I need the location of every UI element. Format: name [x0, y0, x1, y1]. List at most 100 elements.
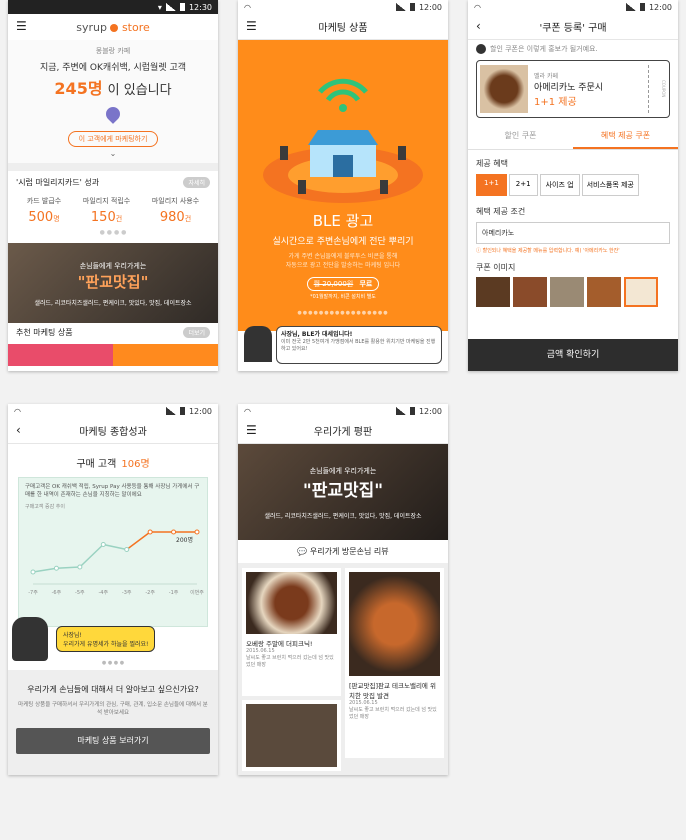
chart-tick-label: -3주	[122, 590, 132, 596]
chart-line-segment	[32, 567, 57, 574]
stat-issued: 카드 발급수 500명	[26, 197, 62, 225]
view-products-button[interactable]: 마케팅 상품 보러가기	[16, 727, 210, 754]
coupon-image	[480, 65, 528, 113]
review-header: 💬 우리가게 방문손님 리뷰	[238, 540, 448, 564]
menu-icon[interactable]: ☰	[246, 19, 257, 33]
chart-tick-label: -6주	[52, 590, 62, 596]
tip-body: 이미 전국 2만 5천여개 가맹점에서 BLE를 활용한 위치기반 마케팅을 진…	[281, 339, 436, 352]
chart-tick-label: 이번주	[190, 589, 204, 596]
recommend-card-2[interactable]	[113, 344, 218, 366]
screen-performance: ◠ 12:00 ‹ 마케팅 종합성과 구매 고객 106명 구매고객은 OK 캐…	[8, 404, 218, 775]
cell-signal-icon	[395, 3, 406, 11]
chart-panel: 구매고객은 OK 캐쉬백 적립, Syrup Pay 사용등을 통해 사장님 가…	[18, 477, 208, 627]
chart-point	[171, 529, 177, 535]
chart-tick-label: -5주	[75, 590, 85, 596]
chip-service[interactable]: 서비스품목 제공	[581, 174, 639, 196]
speech-bubble: 사장님! 우리가게 유명세가 하늘을 찔러요!	[56, 626, 156, 652]
product-desc1: 가게 주변 손님들에게 블루투스 비콘을 통해	[288, 253, 398, 260]
back-arrow-icon[interactable]: ‹	[476, 19, 481, 33]
review-title: [판교맛집]판교 테크노밸리에 위치한 맛집 발견	[349, 682, 436, 700]
screen-home: ▾ 12:30 ☰ syrup store 몽블랑 카페 지금, 주변에 OK캐…	[8, 0, 218, 371]
price-old: 월 20,000원	[313, 280, 354, 288]
recommend-card-1[interactable]	[8, 344, 113, 366]
review-card[interactable]: [판교맛집]판교 테크노밸리에 위치한 맛집 발견 2015.06.15 날씨도…	[345, 568, 444, 758]
screen-reputation: ◠ 12:00 ☰ 우리가게 평판 손님들에게 우리가게는 "판교맛집" 샐러드…	[238, 404, 448, 775]
coupon-preview: 벨라 카페 아메리카노 주문시 1+1 제공 COUPON	[476, 60, 670, 118]
price-pill[interactable]: 월 20,000원 무료	[306, 277, 380, 291]
battery-icon	[409, 407, 415, 415]
chart-line-segment	[56, 566, 80, 570]
home-appbar: ☰ syrup store	[8, 14, 218, 40]
review-card[interactable]	[242, 700, 341, 771]
coupon-thumb-selected[interactable]	[624, 277, 658, 307]
owner-avatar	[12, 617, 48, 661]
tab-discount[interactable]: 할인 쿠폰	[468, 124, 573, 149]
wifi-icon: ◠	[14, 406, 21, 416]
coupon-thumb[interactable]	[513, 277, 547, 307]
menu-icon[interactable]: ☰	[246, 423, 257, 437]
tip-title: 사장님, BLE가 대세입니다!	[281, 331, 353, 338]
status-time: 12:30	[188, 2, 212, 12]
status-bar: ◠ 12:00	[468, 0, 678, 14]
price-new: 무료	[359, 280, 373, 288]
battery-icon	[179, 3, 185, 11]
status-bar: ◠ 12:00	[238, 404, 448, 418]
reputation-banner: 손님들에게 우리가게는 "판교맛집" 샐러드, 리코타치즈샐러드, 편케이크, …	[238, 444, 448, 540]
wifi-icon: ◠	[244, 406, 251, 416]
signal-icon: ▾	[157, 2, 162, 12]
status-time: 12:00	[648, 2, 672, 12]
tab-benefit[interactable]: 혜택 제공 쿠폰	[573, 124, 678, 149]
cell-signal-icon	[625, 3, 636, 11]
chart-desc: 구매고객은 OK 캐쉬백 적립, Syrup Pay 사용등을 통해 사장님 가…	[25, 484, 200, 498]
coupon-thumb[interactable]	[476, 277, 510, 307]
product-appbar: ☰ 마케팅 상품	[238, 14, 448, 40]
coupon-hint: 할인 쿠폰은 이렇게 홍보가 될거예요.	[490, 45, 598, 53]
brand-logo: syrup store	[76, 20, 150, 34]
review-body: 날씨도 좋고 브런치 먹으러 갔는데 넘 맛있었던 매장	[246, 655, 334, 668]
menu-icon[interactable]: ☰	[16, 19, 27, 33]
chart-line-segment	[79, 544, 104, 568]
coupon-cafe: 벨라 카페	[534, 72, 558, 80]
chip-2plus1[interactable]: 2+1	[508, 174, 538, 196]
condition-label: 혜택 제공 조건	[476, 207, 526, 216]
page-dots: ● ● ● ●	[99, 229, 127, 236]
confirm-button[interactable]: 금액 확인하기	[468, 339, 678, 371]
avatar-icon	[476, 44, 486, 54]
chip-size-up[interactable]: 사이즈 업	[539, 174, 580, 196]
recommend-section: 추천 마케팅 상품 더보기	[8, 323, 218, 342]
ble-hero: BLE 광고 실시간으로 주변손님에게 전단 뿌리기 가게 주변 손님들에게 블…	[238, 40, 448, 331]
chevron-down-icon[interactable]: ⌄	[8, 149, 218, 158]
question: 우리가게 손님들에 대해서 더 알아보고 싶으신가요?	[27, 685, 199, 694]
locate-button[interactable]: 이 고객에게 마케팅하기	[67, 131, 159, 147]
review-photo	[246, 572, 337, 634]
status-bar: ▾ 12:30	[8, 0, 218, 14]
review-card[interactable]: 오베랑 주말에 더피크닉! 2015.06.15 날씨도 좋고 브런치 먹으러 …	[242, 568, 341, 696]
recommend-more-badge[interactable]: 더보기	[183, 327, 210, 338]
headline-count: 106명	[121, 459, 150, 470]
chart-point	[77, 564, 83, 570]
chart-point	[124, 547, 130, 553]
chart-title: 구매고객 증감 추이	[25, 504, 65, 511]
benefit-chips: 1+1 2+1 사이즈 업 서비스품목 제공	[476, 174, 670, 196]
chip-1plus1[interactable]: 1+1	[476, 174, 507, 196]
card-detail-badge[interactable]: 자세히	[183, 177, 210, 188]
card-title: '시럽 마일리지카드' 성과	[16, 178, 100, 187]
product-desc2: 자동으로 광고 전단을 발송하는 마케팅 입니다	[285, 262, 401, 269]
coupon-thumb[interactable]	[587, 277, 621, 307]
cafe-name: 몽블랑 카페	[95, 47, 131, 55]
status-time: 12:00	[418, 2, 442, 12]
back-arrow-icon[interactable]: ‹	[16, 423, 21, 437]
celebration-banner: 사장님! 우리가게 유명세가 하늘을 찔러요!	[12, 614, 212, 664]
chart-tick-label: -4주	[98, 590, 108, 596]
condition-input[interactable]: 아메리카노	[476, 222, 670, 244]
hero-line1: 지금, 주변에 OK캐쉬백, 시럽월렛 고객	[39, 63, 187, 73]
reputation-banner[interactable]: 손님들에게 우리가게는 "판교맛집" 샐러드, 리코타치즈샐러드, 편케이크, …	[8, 243, 218, 323]
coupon-appbar: ‹ '쿠폰 등록' 구매	[468, 14, 678, 40]
chart-tick-label: -7주	[28, 590, 38, 596]
review-body: 날씨도 좋고 브런치 먹으러 갔는데 넘 맛있었던 매장	[349, 707, 437, 720]
coupon-thumb[interactable]	[550, 277, 584, 307]
review-photo	[349, 572, 440, 676]
chart-data-label: 200명	[176, 536, 193, 544]
page-title: 마케팅 상품	[318, 23, 368, 34]
image-label: 쿠폰 이미지	[476, 263, 516, 272]
